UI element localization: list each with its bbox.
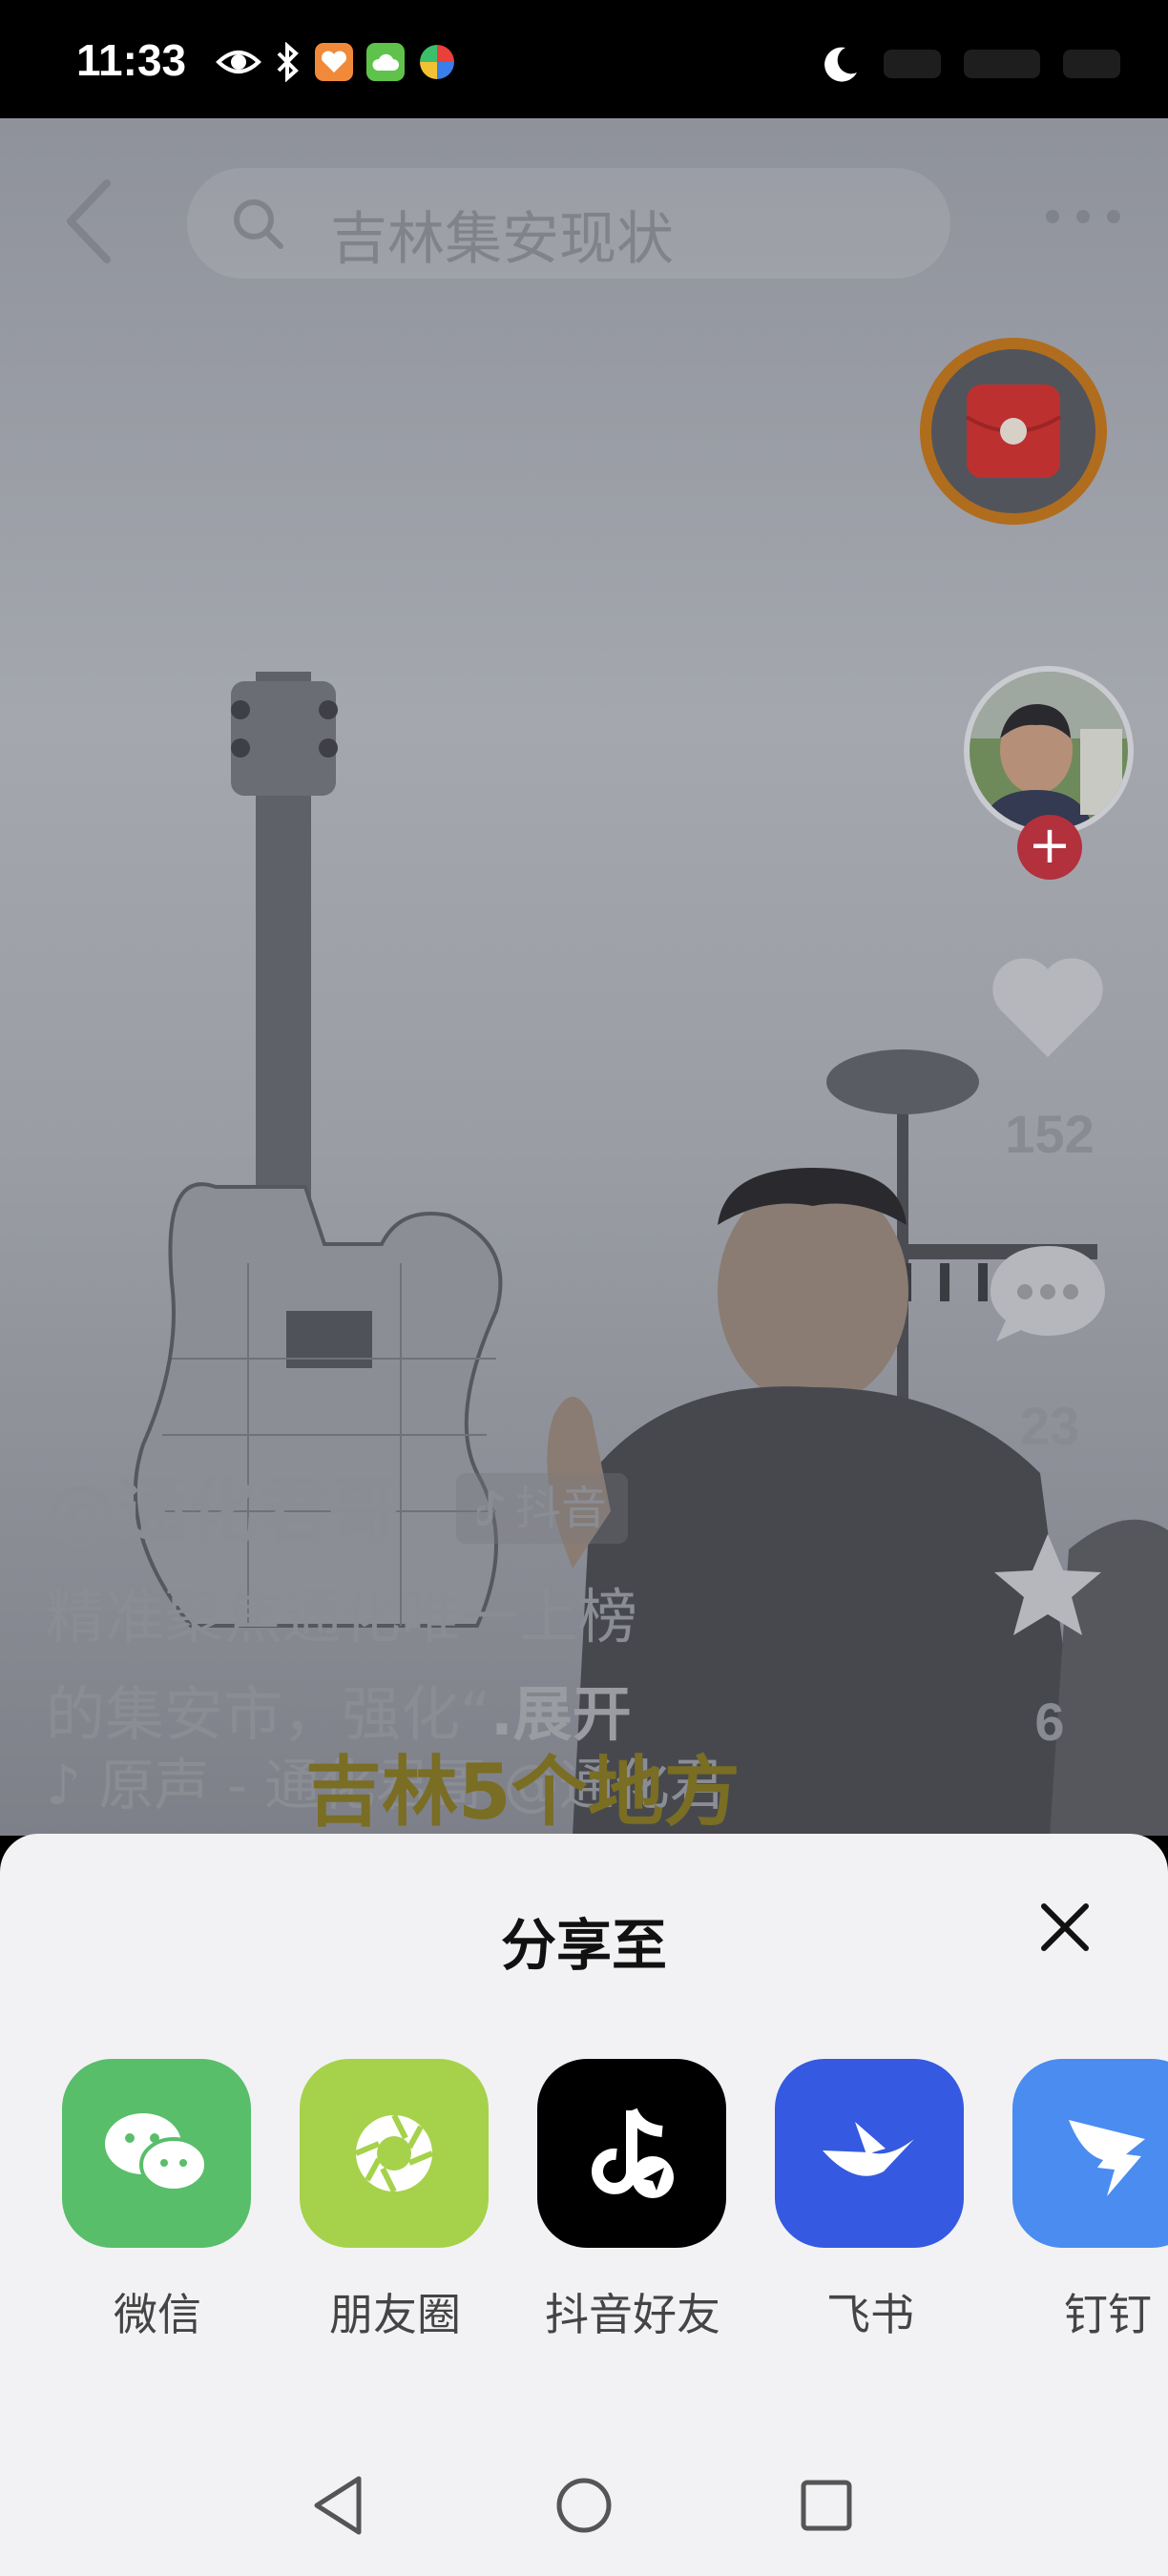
search-query-text: 吉林集安现状: [330, 206, 674, 273]
author-avatar[interactable]: [964, 666, 1134, 836]
share-app-wechat[interactable]: 微信: [62, 2059, 253, 2343]
share-app-label: 朋友圈: [329, 2289, 461, 2340]
top-bar: 吉林集安现状: [0, 118, 1168, 309]
share-app-list: 微信 朋友圈 抖音好友 飞书 钉钉: [0, 2059, 1168, 2364]
share-sheet-title: 分享至: [500, 1913, 667, 1978]
more-dot: [1046, 210, 1059, 223]
platform-tag: 抖音: [456, 1473, 629, 1544]
bluetooth-icon: [277, 42, 299, 82]
search-icon: [234, 199, 283, 249]
douyin-friends-icon: [537, 2059, 726, 2248]
pinwheel-app-icon: [420, 45, 454, 79]
video-player[interactable]: 吉林集安现状 + 152 23 6 @通化君哥 抖音 精准聚焦通化唯一上榜 的集…: [0, 118, 1168, 1836]
avatar-image: [970, 672, 1128, 830]
moments-icon: [300, 2059, 489, 2248]
back-arrow-icon[interactable]: [61, 176, 118, 267]
heart-app-icon: [315, 43, 353, 81]
share-app-label: 微信: [114, 2289, 201, 2340]
author-name[interactable]: @通化君哥: [46, 1454, 399, 1556]
search-bar[interactable]: 吉林集安现状: [187, 168, 950, 279]
comment-icon[interactable]: [987, 1233, 1109, 1355]
more-dot: [1107, 210, 1120, 223]
video-caption-overlay: 吉林5个地方: [305, 1748, 740, 1836]
more-options-button[interactable]: [1046, 210, 1120, 223]
share-app-label: 钉钉: [1064, 2289, 1152, 2340]
platform-tag-label: 抖音: [515, 1482, 608, 1535]
nav-back-icon[interactable]: [305, 2471, 374, 2540]
close-icon[interactable]: [1040, 1902, 1090, 1952]
star-icon[interactable]: [987, 1527, 1109, 1649]
dingtalk-icon: [1012, 2059, 1168, 2248]
red-packet-inner: [931, 349, 1095, 513]
heart-icon[interactable]: [987, 946, 1109, 1069]
comment-count: 23: [1019, 1396, 1080, 1456]
cloud-app-icon: [366, 43, 405, 81]
status-notification-icons: [216, 42, 456, 82]
nav-home-icon[interactable]: [550, 2471, 618, 2540]
red-envelope-icon: [965, 384, 1062, 478]
status-bar: 11:33: [0, 0, 1168, 118]
status-time: 11:33: [76, 35, 187, 85]
share-app-feishu[interactable]: 飞书: [775, 2059, 966, 2343]
music-note-icon: [477, 1489, 505, 1527]
system-navigation-bar: [0, 2439, 1168, 2576]
share-app-dingtalk[interactable]: 钉钉: [1012, 2059, 1168, 2343]
share-app-label: 抖音好友: [545, 2289, 720, 2340]
status-system-icons: [821, 44, 1120, 84]
battery-icon: [964, 50, 1040, 78]
moon-icon: [824, 47, 857, 82]
share-app-douyin-friends[interactable]: 抖音好友: [537, 2059, 728, 2343]
share-app-moments[interactable]: 朋友圈: [300, 2059, 490, 2343]
description-line-1: 精准聚焦通化唯一上榜: [46, 1582, 638, 1652]
more-dot: [1076, 210, 1090, 223]
share-app-label: 飞书: [826, 2289, 914, 2340]
wechat-icon: [62, 2059, 251, 2248]
red-packet-button[interactable]: [920, 338, 1107, 525]
network-icon: [1063, 50, 1120, 78]
like-count: 152: [1005, 1104, 1095, 1164]
nav-recents-icon[interactable]: [792, 2471, 861, 2540]
signal-icon: [884, 50, 941, 78]
favorite-count: 6: [1034, 1692, 1065, 1752]
feishu-icon: [775, 2059, 964, 2248]
eye-icon: [216, 51, 261, 73]
follow-plus-button[interactable]: +: [1017, 815, 1082, 880]
